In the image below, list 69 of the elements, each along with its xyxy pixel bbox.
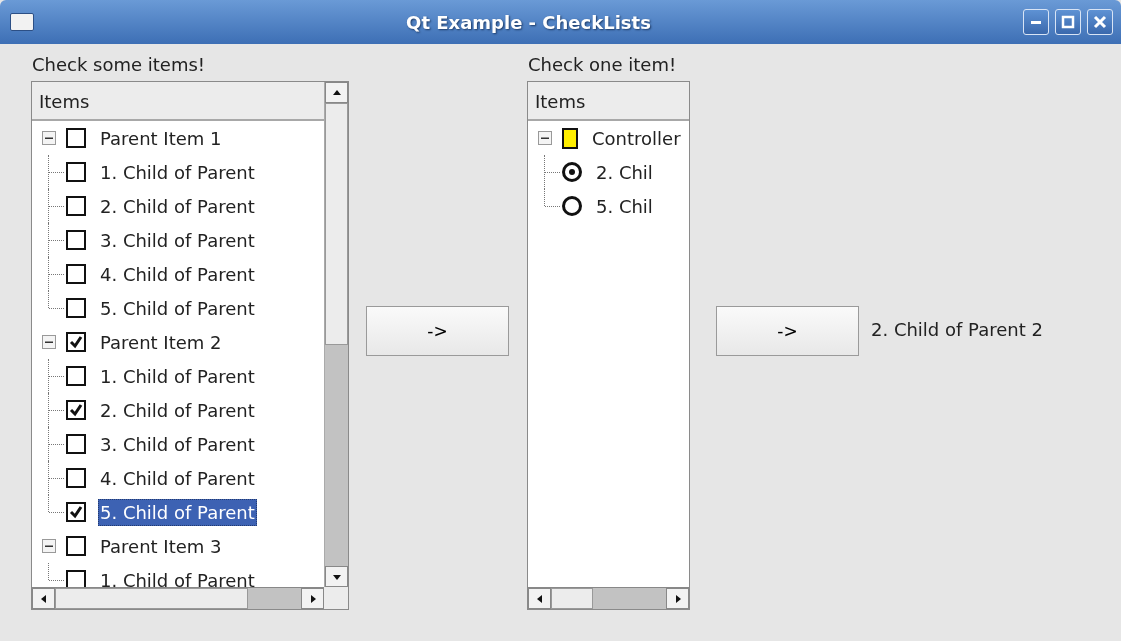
- scroll-up-button[interactable]: [325, 82, 348, 103]
- checkbox[interactable]: [66, 366, 86, 386]
- horizontal-scrollbar[interactable]: [528, 587, 689, 609]
- tree-item[interactable]: 4. Child of Parent: [98, 464, 257, 492]
- scrollbar-handle[interactable]: [55, 588, 248, 609]
- transfer-button[interactable]: ->: [366, 306, 509, 356]
- checkbox[interactable]: [66, 128, 86, 148]
- tristate-checkbox[interactable]: [562, 127, 578, 149]
- tree-item[interactable]: 2. Chil: [594, 158, 655, 186]
- transfer-button[interactable]: ->: [716, 306, 859, 356]
- minus-icon[interactable]: [42, 131, 56, 145]
- maximize-icon: [1061, 15, 1075, 29]
- checkbox[interactable]: [66, 536, 86, 556]
- tree-item[interactable]: Parent Item 2: [98, 328, 224, 356]
- checked-checkbox[interactable]: [66, 400, 86, 420]
- minimize-button[interactable]: [1023, 9, 1049, 35]
- minimize-icon: [1031, 20, 1041, 24]
- column-header[interactable]: Items: [32, 82, 324, 121]
- checked-checkbox[interactable]: [66, 332, 86, 352]
- panel-label: Check some items!: [32, 54, 207, 77]
- tree-item[interactable]: 1. Child of Parent: [98, 566, 257, 587]
- scroll-down-button[interactable]: [325, 566, 348, 587]
- result-label: 2. Child of Parent 2: [871, 319, 1043, 342]
- minus-icon[interactable]: [538, 131, 552, 145]
- tree-item[interactable]: 1. Child of Parent: [98, 362, 257, 390]
- maximize-button[interactable]: [1055, 9, 1081, 35]
- scroll-left-button[interactable]: [32, 588, 55, 609]
- radio-button[interactable]: [562, 196, 582, 216]
- checkbox[interactable]: [66, 468, 86, 488]
- checkbox[interactable]: [66, 196, 86, 216]
- tree-item[interactable]: 5. Child of Parent: [98, 498, 257, 526]
- vertical-scrollbar[interactable]: [324, 82, 348, 587]
- checked-checkbox[interactable]: [66, 502, 86, 522]
- checkmark-icon: [68, 504, 84, 520]
- horizontal-scrollbar[interactable]: [32, 587, 324, 609]
- checkbox[interactable]: [66, 264, 86, 284]
- scroll-right-button[interactable]: [301, 588, 324, 609]
- panel-label: Check one item!: [528, 54, 678, 77]
- tree-item[interactable]: 5. Chil: [594, 192, 655, 220]
- tree-item[interactable]: 2. Child of Parent: [98, 396, 257, 424]
- checkbox[interactable]: [66, 570, 86, 587]
- checkbox[interactable]: [66, 298, 86, 318]
- window-icon: [10, 13, 34, 31]
- tree-item[interactable]: 3. Child of Parent: [98, 226, 257, 254]
- close-button[interactable]: [1087, 9, 1113, 35]
- column-header[interactable]: Items: [528, 82, 689, 121]
- tree-item[interactable]: 2. Child of Parent: [98, 192, 257, 220]
- checkmark-icon: [68, 402, 84, 418]
- tree-item[interactable]: 4. Child of Parent: [98, 260, 257, 288]
- tree-item[interactable]: 3. Child of Parent: [98, 430, 257, 458]
- tree-item[interactable]: Controller: [590, 124, 683, 152]
- radio-button[interactable]: [562, 162, 582, 182]
- scrollbar-corner: [324, 587, 348, 609]
- scrollbar-handle[interactable]: [325, 103, 348, 345]
- close-icon: [1093, 15, 1107, 29]
- scrollbar-handle[interactable]: [551, 588, 593, 609]
- scroll-right-button[interactable]: [666, 588, 689, 609]
- tree-item[interactable]: Parent Item 1: [98, 124, 224, 152]
- checkbox[interactable]: [66, 230, 86, 250]
- checkmark-icon: [68, 334, 84, 350]
- minus-icon[interactable]: [42, 335, 56, 349]
- checkbox[interactable]: [66, 162, 86, 182]
- scroll-left-button[interactable]: [528, 588, 551, 609]
- tree-item[interactable]: 5. Child of Parent: [98, 294, 257, 322]
- tree-item[interactable]: 1. Child of Parent: [98, 158, 257, 186]
- checkbox[interactable]: [66, 434, 86, 454]
- tree-item[interactable]: Parent Item 3: [98, 532, 224, 560]
- window-title: Qt Example - CheckLists: [405, 11, 652, 33]
- minus-icon[interactable]: [42, 539, 56, 553]
